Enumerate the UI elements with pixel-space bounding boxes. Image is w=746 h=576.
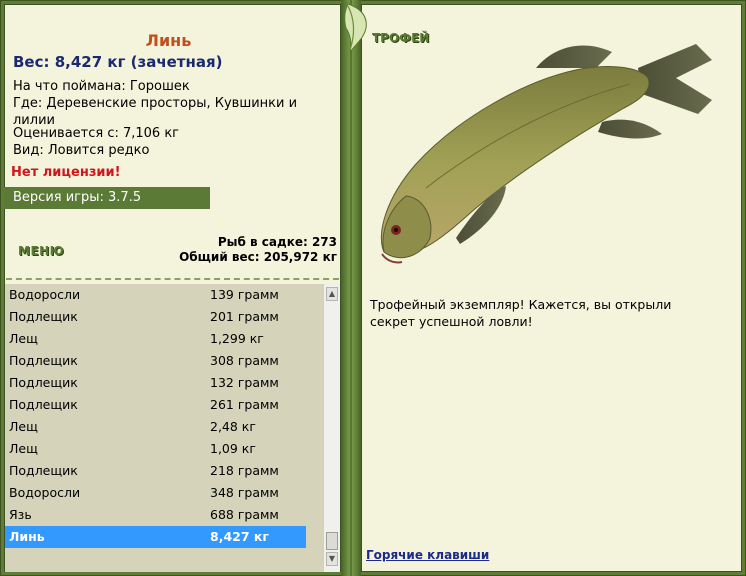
catch-fish-weight: 308 грамм (210, 353, 279, 368)
catch-list-item[interactable]: Лещ 1,09 кг (5, 438, 323, 460)
catch-fish-name: Лещ (9, 331, 38, 346)
catch-list-item[interactable]: Подлещик 201 грамм (5, 306, 323, 328)
catch-fish-name: Язь (9, 507, 32, 522)
menu-button[interactable]: МЕНЮ (18, 244, 64, 258)
scroll-thumb[interactable] (326, 532, 338, 550)
catch-fish-weight: 348 грамм (210, 485, 279, 500)
catch-fish-weight: 8,427 кг (210, 529, 269, 544)
catch-fish-weight: 1,09 кг (210, 441, 256, 456)
valued-info: Оценивается с: 7,106 кг (13, 126, 180, 141)
catch-fish-name: Подлещик (9, 375, 78, 390)
catch-fish-weight: 132 грамм (210, 375, 279, 390)
catch-list-item[interactable]: Лещ 1,299 кг (5, 328, 323, 350)
scroll-down-arrow-icon[interactable]: ▼ (326, 552, 338, 566)
catch-list-item[interactable]: Подлещик 308 грамм (5, 350, 323, 372)
catch-list-item[interactable]: Язь 688 грамм (5, 504, 323, 526)
scroll-up-arrow-icon[interactable]: ▲ (326, 287, 338, 301)
catch-list[interactable]: Водоросли 139 грамм Подлещик 201 грамм Лещ 1,… (5, 284, 323, 572)
location-info: Где: Деревенские просторы, Кувшинки и ли… (13, 96, 298, 128)
keep-count: Рыб в садке: 273 (217, 235, 337, 249)
catch-fish-weight: 201 грамм (210, 309, 279, 324)
panel-divider (341, 0, 361, 576)
catch-fish-name: Водоросли (9, 485, 81, 500)
version-bar: Версия игры: 3.7.5 (4, 187, 210, 209)
catch-fish-name: Водоросли (9, 287, 81, 302)
catch-fish-name: Подлещик (9, 353, 78, 368)
catch-fish-weight: 218 грамм (210, 463, 279, 478)
catch-fish-name: Подлещик (9, 309, 78, 324)
hotkeys-link[interactable]: Горячие клавиши (366, 548, 489, 562)
catch-fish-name: Линь (9, 529, 45, 544)
catch-fish-name: Лещ (9, 419, 38, 434)
catch-fish-weight: 139 грамм (210, 287, 279, 302)
catch-list-item[interactable]: Подлещик 218 грамм (5, 460, 323, 482)
catch-fish-weight: 1,299 кг (210, 331, 264, 346)
fish-name: Линь (145, 31, 192, 50)
catch-list-item[interactable]: Линь 8,427 кг (5, 526, 306, 548)
kind-info: Вид: Ловится редко (13, 143, 150, 158)
keep-total-weight: Общий вес: 205,972 кг (179, 250, 337, 264)
catch-list-item[interactable]: Водоросли 348 грамм (5, 482, 323, 504)
fish-weight: Вес: 8,427 кг (зачетная) (13, 53, 223, 71)
catch-fish-name: Лещ (9, 441, 38, 456)
license-warning: Нет лицензии! (11, 165, 121, 180)
catch-list-scrollbar[interactable]: ▲ ▼ (323, 284, 340, 572)
catch-fish-name: Подлещик (9, 397, 78, 412)
catch-list-item[interactable]: Водоросли 139 грамм (5, 284, 323, 306)
catch-fish-weight: 688 грамм (210, 507, 279, 522)
keep-stats: Рыб в садке: 273 Общий вес: 205,972 кг (179, 235, 337, 265)
catch-fish-weight: 261 грамм (210, 397, 279, 412)
tench-fish-image (380, 44, 712, 264)
catch-list-item[interactable]: Подлещик 132 грамм (5, 372, 323, 394)
trophy-text: Трофейный экземпляр! Кажется, вы открыли… (370, 297, 672, 329)
catch-list-item[interactable]: Лещ 2,48 кг (5, 416, 323, 438)
catch-fish-weight: 2,48 кг (210, 419, 256, 434)
catch-list-item[interactable]: Подлещик 261 грамм (5, 394, 323, 416)
catch-fish-name: Подлещик (9, 463, 78, 478)
dashed-separator (6, 278, 339, 280)
bait-info: На что поймана: Горошек (13, 79, 190, 94)
